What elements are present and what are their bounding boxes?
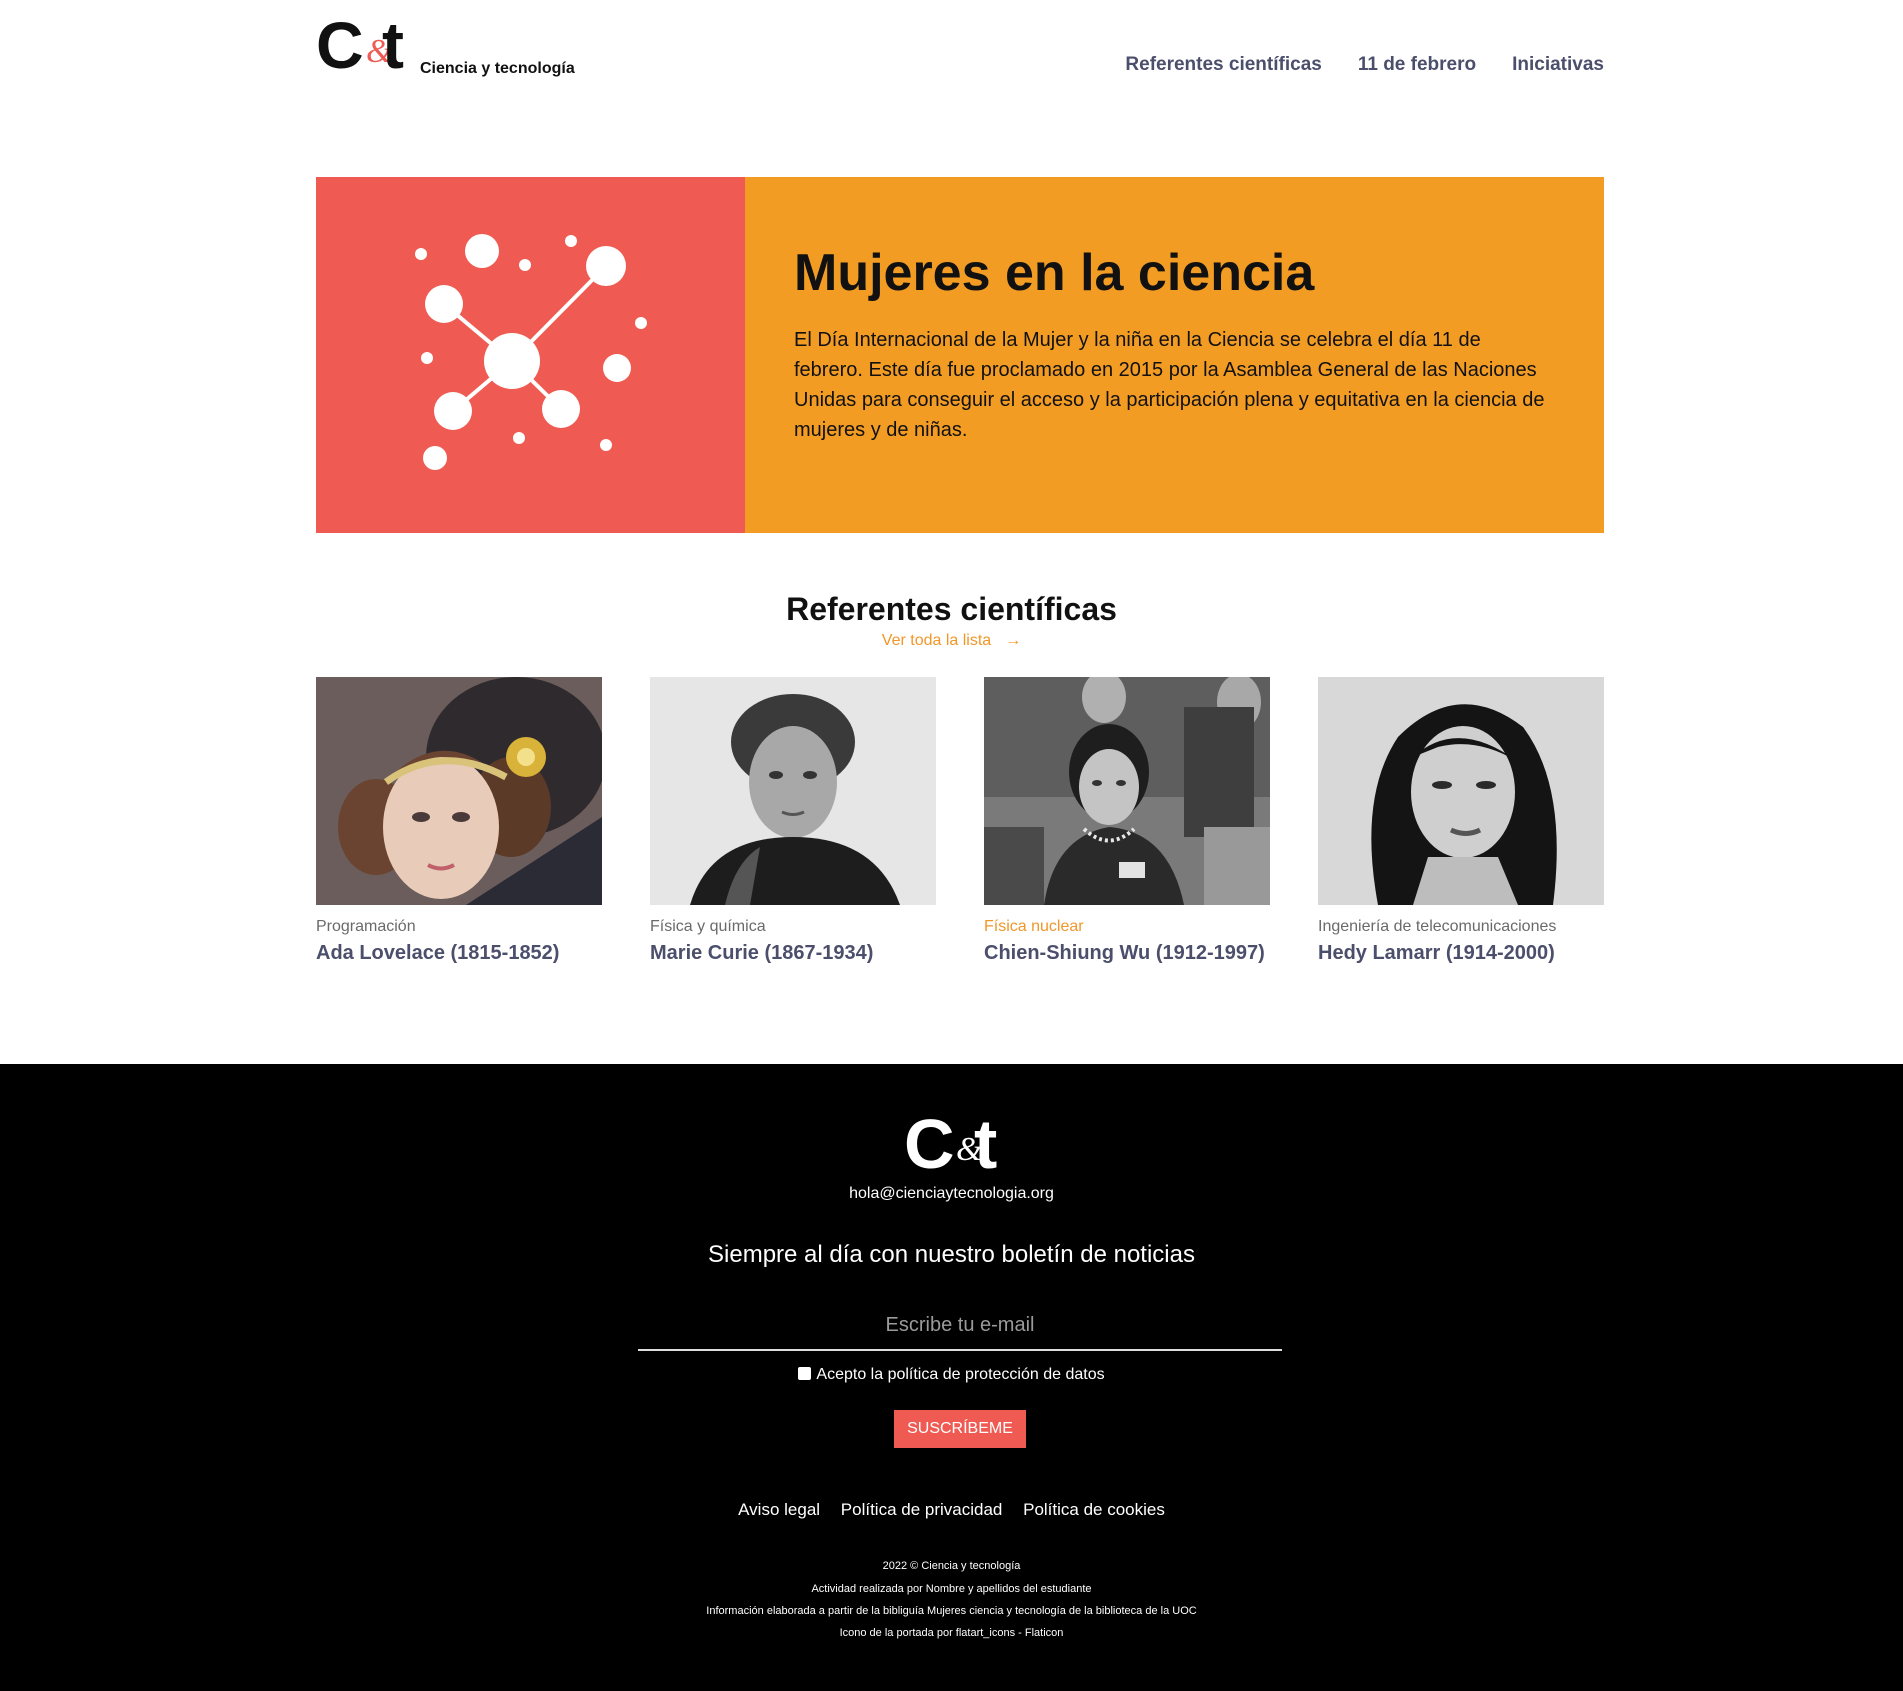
consent-row: Acepto la política de protección de dato… — [0, 1366, 1903, 1384]
main-nav: Referentes científicas 11 de febrero Ini… — [1125, 54, 1604, 76]
subscribe-button[interactable]: SUSCRÍBEME — [894, 1410, 1026, 1448]
svg-text:C: C — [316, 12, 364, 76]
hero-banner: Mujeres en la ciencia El Día Internacion… — [316, 177, 1604, 533]
svg-text:C: C — [904, 1108, 955, 1176]
scientists-grid: Programación Ada Lovelace (1815-1852) Fí… — [316, 677, 1604, 965]
scientist-card[interactable]: Programación Ada Lovelace (1815-1852) — [316, 677, 602, 965]
scientist-category: Física nuclear — [984, 918, 1084, 935]
hero-text-panel: Mujeres en la ciencia El Día Internacion… — [745, 177, 1604, 533]
consent-label: Acepto la política de protección de dato… — [816, 1366, 1105, 1383]
scientist-category: Física y química — [650, 918, 766, 935]
site-footer: C & t hola@cienciaytecnologia.org Siempr… — [0, 1064, 1903, 1691]
see-all-link[interactable]: Ver toda la lista → — [0, 632, 1903, 650]
portrait-image — [316, 677, 602, 905]
nav-11-febrero[interactable]: 11 de febrero — [1358, 54, 1476, 76]
svg-text:t: t — [974, 1108, 997, 1176]
molecule-icon — [415, 234, 647, 470]
link-cookies[interactable]: Política de cookies — [1023, 1500, 1165, 1519]
footer-email[interactable]: hola@cienciaytecnologia.org — [0, 1185, 1903, 1203]
scientist-card[interactable]: Física nuclear Chien-Shiung Wu (1912-199… — [984, 677, 1270, 965]
credit-activity: Actividad realizada por Nombre y apellid… — [811, 1583, 1092, 1595]
scientist-category: Programación — [316, 918, 416, 935]
newsletter-title: Siempre al día con nuestro boletín de no… — [708, 1241, 1195, 1268]
site-logo[interactable]: C & t Ciencia y tecnología — [316, 12, 616, 82]
copyright: 2022 © Ciencia y tecnología — [882, 1560, 1021, 1572]
logo-tagline: Ciencia y tecnología — [420, 60, 575, 77]
nav-referentes[interactable]: Referentes científicas — [1125, 54, 1321, 76]
newsletter-email-input[interactable] — [638, 1301, 1282, 1351]
credit-icon: Icono de la portada por flatart_icons - … — [839, 1627, 1064, 1639]
footer-links: Aviso legal Política de privacidad Polít… — [0, 1500, 1903, 1520]
link-privacidad[interactable]: Política de privacidad — [841, 1500, 1003, 1519]
see-all-label: Ver toda la lista — [881, 632, 992, 649]
nav-iniciativas[interactable]: Iniciativas — [1512, 54, 1604, 76]
link-aviso-legal[interactable]: Aviso legal — [738, 1500, 820, 1519]
consent-checkbox[interactable] — [798, 1367, 812, 1380]
scientist-name: Ada Lovelace (1815-1852) — [316, 942, 560, 964]
site-header: C & t Ciencia y tecnología Referentes ci… — [316, 0, 1604, 120]
scientist-card[interactable]: Física y química Marie Curie (1867-1934) — [650, 677, 936, 965]
hero-image-panel — [316, 177, 745, 533]
portrait-image — [650, 677, 936, 905]
svg-text:t: t — [382, 12, 404, 76]
hero-title: Mujeres en la ciencia — [794, 244, 1315, 302]
scientist-category: Ingeniería de telecomunicaciones — [1318, 918, 1557, 935]
logo-ct-icon: C & t — [316, 12, 404, 76]
scientist-card[interactable]: Ingeniería de telecomunicaciones Hedy La… — [1318, 677, 1604, 965]
footer-logo-icon[interactable]: C & t — [904, 1108, 1014, 1176]
section-title: Referentes científicas — [786, 591, 1117, 627]
scientist-name: Marie Curie (1867-1934) — [650, 942, 874, 964]
scientist-name: Chien-Shiung Wu (1912-1997) — [984, 942, 1265, 964]
arrow-right-icon: → — [1005, 632, 1022, 649]
portrait-image — [984, 677, 1270, 905]
scientist-name: Hedy Lamarr (1914-2000) — [1318, 942, 1555, 964]
credit-info: Información elaborada a partir de la bib… — [706, 1605, 1197, 1617]
portrait-image — [1318, 677, 1604, 905]
hero-description: El Día Internacional de la Mujer y la ni… — [794, 329, 1545, 441]
